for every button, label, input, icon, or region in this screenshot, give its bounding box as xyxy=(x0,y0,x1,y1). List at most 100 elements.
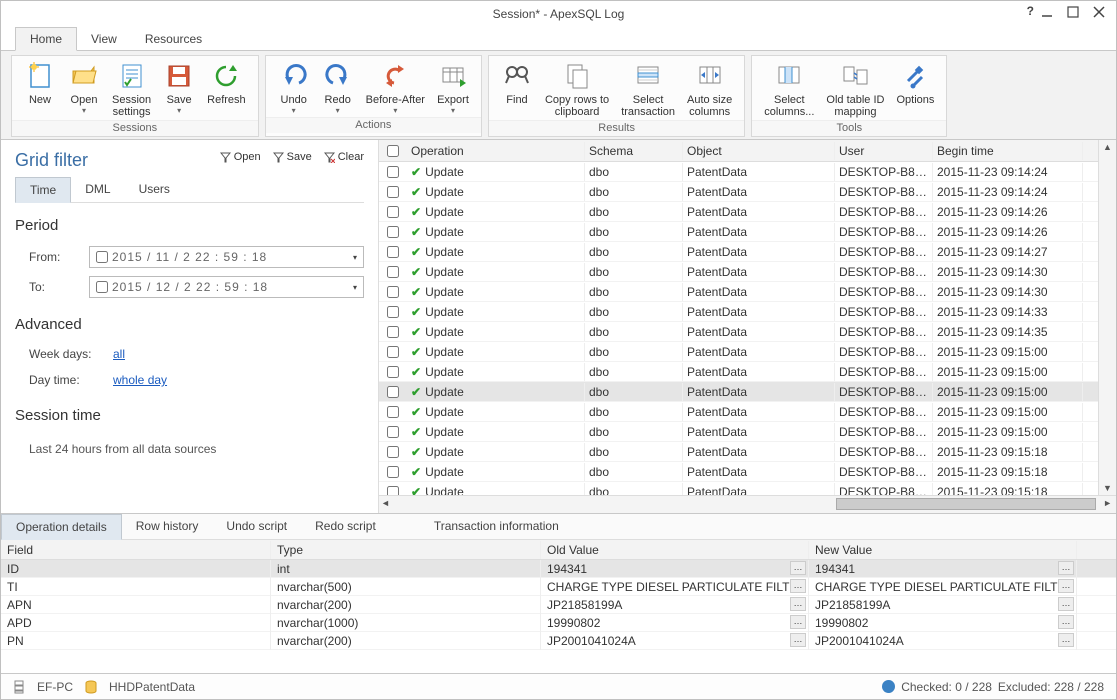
table-row[interactable]: ✔ UpdatedboPatentDataDESKTOP-B8E...2015-… xyxy=(379,182,1116,202)
undo-button[interactable]: Undo▾ xyxy=(272,58,316,117)
dcol-field[interactable]: Field xyxy=(1,541,271,559)
detail-row[interactable]: IDint194341…194341… xyxy=(1,560,1116,578)
ellipsis-button[interactable]: … xyxy=(790,633,806,647)
col-object[interactable]: Object xyxy=(683,142,835,160)
row-checkbox[interactable] xyxy=(387,166,399,178)
row-checkbox[interactable] xyxy=(387,326,399,338)
tab-redo-script[interactable]: Redo script xyxy=(301,514,390,539)
tab-resources[interactable]: Resources xyxy=(131,28,216,50)
row-checkbox[interactable] xyxy=(387,486,399,496)
row-checkbox[interactable] xyxy=(387,306,399,318)
detail-row[interactable]: PNnvarchar(200)JP2001041024A…JP200104102… xyxy=(1,632,1116,650)
row-checkbox[interactable] xyxy=(387,426,399,438)
tab-operation-details[interactable]: Operation details xyxy=(1,514,122,540)
dcol-old[interactable]: Old Value xyxy=(541,541,809,559)
open-button[interactable]: Open▾ xyxy=(62,58,106,120)
row-checkbox[interactable] xyxy=(387,366,399,378)
redo-button[interactable]: Redo▾ xyxy=(316,58,360,117)
filter-tab-time[interactable]: Time xyxy=(15,177,71,203)
select-all-checkbox[interactable] xyxy=(387,145,399,157)
table-row[interactable]: ✔ UpdatedboPatentDataDESKTOP-B8E...2015-… xyxy=(379,402,1116,422)
options-button[interactable]: Options xyxy=(890,58,940,120)
close-button[interactable] xyxy=(1086,1,1112,23)
filter-save-button[interactable]: Save xyxy=(273,151,312,163)
row-checkbox[interactable] xyxy=(387,246,399,258)
filter-tab-dml[interactable]: DML xyxy=(71,177,124,202)
filter-open-button[interactable]: Open xyxy=(220,151,261,163)
auto-size-button[interactable]: Auto size columns xyxy=(681,58,738,120)
row-checkbox[interactable] xyxy=(387,226,399,238)
dcol-new[interactable]: New Value xyxy=(809,541,1077,559)
before-after-button[interactable]: Before-After▾ xyxy=(360,58,431,117)
table-row[interactable]: ✔ UpdatedboPatentDataDESKTOP-B8E...2015-… xyxy=(379,222,1116,242)
table-row[interactable]: ✔ UpdatedboPatentDataDESKTOP-B8E...2015-… xyxy=(379,282,1116,302)
row-checkbox[interactable] xyxy=(387,466,399,478)
ellipsis-button[interactable]: … xyxy=(790,579,806,593)
table-row[interactable]: ✔ UpdatedboPatentDataDESKTOP-B8E...2015-… xyxy=(379,362,1116,382)
copy-rows-button[interactable]: Copy rows to clipboard xyxy=(539,58,615,120)
tab-row-history[interactable]: Row history xyxy=(122,514,213,539)
grid-body[interactable]: ✔ UpdatedboPatentDataDESKTOP-B8E...2015-… xyxy=(379,162,1116,495)
weekdays-link[interactable]: all xyxy=(113,347,125,361)
row-checkbox[interactable] xyxy=(387,186,399,198)
detail-row[interactable]: APDnvarchar(1000)19990802…19990802… xyxy=(1,614,1116,632)
ellipsis-button[interactable]: … xyxy=(1058,615,1074,629)
row-checkbox[interactable] xyxy=(387,206,399,218)
select-columns-button[interactable]: Select columns... xyxy=(758,58,820,120)
table-row[interactable]: ✔ UpdatedboPatentDataDESKTOP-B8E...2015-… xyxy=(379,162,1116,182)
table-row[interactable]: ✔ UpdatedboPatentDataDESKTOP-B8E...2015-… xyxy=(379,242,1116,262)
daytime-link[interactable]: whole day xyxy=(113,373,167,387)
table-row[interactable]: ✔ UpdatedboPatentDataDESKTOP-B8E...2015-… xyxy=(379,342,1116,362)
save-button[interactable]: Save▾ xyxy=(157,58,201,120)
detail-row[interactable]: TInvarchar(500)CHARGE TYPE DIESEL PARTIC… xyxy=(1,578,1116,596)
vertical-scrollbar[interactable]: ▲▼ xyxy=(1098,140,1116,495)
from-checkbox[interactable] xyxy=(96,251,108,263)
scroll-thumb[interactable] xyxy=(836,498,1096,510)
detail-row[interactable]: APNnvarchar(200)JP21858199A…JP21858199A… xyxy=(1,596,1116,614)
table-row[interactable]: ✔ UpdatedboPatentDataDESKTOP-B8E...2015-… xyxy=(379,442,1116,462)
table-row[interactable]: ✔ UpdatedboPatentDataDESKTOP-B8E...2015-… xyxy=(379,382,1116,402)
export-button[interactable]: Export▾ xyxy=(431,58,475,117)
row-checkbox[interactable] xyxy=(387,386,399,398)
old-table-id-button[interactable]: Old table ID mapping xyxy=(820,58,890,120)
col-begin[interactable]: Begin time xyxy=(933,142,1083,160)
tab-view[interactable]: View xyxy=(77,28,131,50)
tab-transaction-info[interactable]: Transaction information xyxy=(420,514,573,539)
ellipsis-button[interactable]: … xyxy=(790,561,806,575)
ellipsis-button[interactable]: … xyxy=(1058,579,1074,593)
row-checkbox[interactable] xyxy=(387,446,399,458)
from-input[interactable]: 2015 / 11 / 2 22 : 59 : 18▾ xyxy=(89,246,364,268)
select-transaction-button[interactable]: Select transaction xyxy=(615,58,681,120)
ellipsis-button[interactable]: … xyxy=(1058,597,1074,611)
new-button[interactable]: New xyxy=(18,58,62,120)
minimize-button[interactable] xyxy=(1034,1,1060,23)
find-button[interactable]: Find xyxy=(495,58,539,120)
to-input[interactable]: 2015 / 12 / 2 22 : 59 : 18▾ xyxy=(89,276,364,298)
row-checkbox[interactable] xyxy=(387,346,399,358)
tab-undo-script[interactable]: Undo script xyxy=(212,514,301,539)
table-row[interactable]: ✔ UpdatedboPatentDataDESKTOP-B8E...2015-… xyxy=(379,462,1116,482)
row-checkbox[interactable] xyxy=(387,406,399,418)
help-icon[interactable]: ? xyxy=(1027,4,1034,18)
table-row[interactable]: ✔ UpdatedboPatentDataDESKTOP-B8E...2015-… xyxy=(379,262,1116,282)
table-row[interactable]: ✔ UpdatedboPatentDataDESKTOP-B8E...2015-… xyxy=(379,322,1116,342)
table-row[interactable]: ✔ UpdatedboPatentDataDESKTOP-B8E...2015-… xyxy=(379,482,1116,495)
tab-home[interactable]: Home xyxy=(15,27,77,51)
session-settings-button[interactable]: Session settings xyxy=(106,58,157,120)
refresh-button[interactable]: Refresh xyxy=(201,58,252,120)
row-checkbox[interactable] xyxy=(387,266,399,278)
col-operation[interactable]: Operation xyxy=(407,142,585,160)
filter-clear-button[interactable]: Clear xyxy=(324,151,364,163)
details-body[interactable]: IDint194341…194341…TInvarchar(500)CHARGE… xyxy=(1,560,1116,650)
table-row[interactable]: ✔ UpdatedboPatentDataDESKTOP-B8E...2015-… xyxy=(379,302,1116,322)
table-row[interactable]: ✔ UpdatedboPatentDataDESKTOP-B8E...2015-… xyxy=(379,422,1116,442)
col-schema[interactable]: Schema xyxy=(585,142,683,160)
table-row[interactable]: ✔ UpdatedboPatentDataDESKTOP-B8E...2015-… xyxy=(379,202,1116,222)
horizontal-scrollbar[interactable]: ◄► xyxy=(379,495,1116,513)
to-checkbox[interactable] xyxy=(96,281,108,293)
ellipsis-button[interactable]: … xyxy=(1058,633,1074,647)
filter-tab-users[interactable]: Users xyxy=(125,177,184,202)
ellipsis-button[interactable]: … xyxy=(1058,561,1074,575)
maximize-button[interactable] xyxy=(1060,1,1086,23)
dcol-type[interactable]: Type xyxy=(271,541,541,559)
